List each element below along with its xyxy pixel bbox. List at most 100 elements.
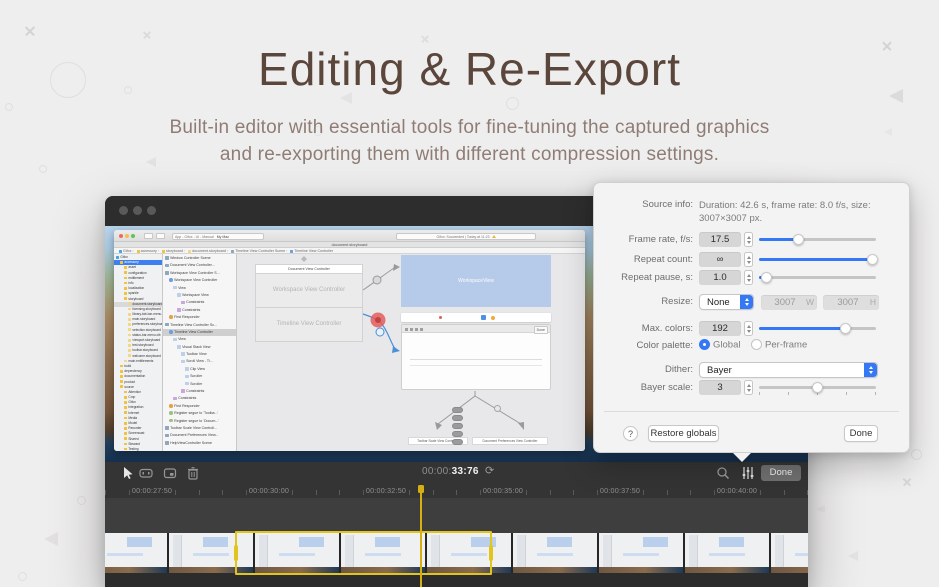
file-name: licensing.storyboard xyxy=(132,307,160,311)
xcode-outline-row[interactable]: First Responder xyxy=(163,403,236,410)
xcode-outline-row[interactable]: Visual Stack View xyxy=(163,344,236,351)
max-colors-stepper[interactable] xyxy=(744,321,753,336)
window-minimize-button[interactable] xyxy=(133,206,142,215)
delete-tool-icon[interactable] xyxy=(186,466,200,480)
frame-rate-stepper[interactable] xyxy=(744,232,753,247)
xcode-outline-row[interactable]: HelpViewController Scene xyxy=(163,440,236,447)
film-frame[interactable] xyxy=(771,533,808,573)
film-frame[interactable] xyxy=(513,533,597,573)
slider-thumb[interactable] xyxy=(761,272,772,283)
timeline-ruler[interactable]: 00:00:27:5000:00:30:0000:00:32:5000:00:3… xyxy=(105,484,808,498)
file-name: Crop xyxy=(128,395,135,399)
file-name: main.entitlements xyxy=(128,359,153,363)
overlay-tool-icon[interactable] xyxy=(163,466,177,480)
bayer-scale-slider[interactable] xyxy=(759,380,876,395)
frame-rate-field[interactable]: 17.5 xyxy=(699,232,741,247)
restore-globals-button[interactable]: Restore globals xyxy=(648,425,719,442)
file-name: info xyxy=(128,281,133,285)
xcode-outline-row[interactable]: Constraints xyxy=(163,388,236,395)
xcode-outline-row[interactable]: Scroll View - Ti... xyxy=(163,358,236,365)
file-name: dependency xyxy=(124,369,141,373)
slider-thumb[interactable] xyxy=(793,234,804,245)
export-settings-icon[interactable] xyxy=(741,466,755,480)
xcode-outline-row[interactable]: Constraints xyxy=(163,299,236,306)
outline-item-name: Timeline View Controller Sc... xyxy=(170,323,217,327)
xcode-outline-row[interactable]: Document View Controller... xyxy=(163,262,236,269)
xcode-outline-row[interactable]: Register segue to 'Toolba...' xyxy=(163,410,236,417)
loop-icon[interactable]: ⟳ xyxy=(485,464,494,477)
frame-rate-slider[interactable] xyxy=(759,232,876,247)
selection-left-handle[interactable] xyxy=(234,545,238,561)
film-frame[interactable] xyxy=(599,533,683,573)
repeat-count-stepper[interactable] xyxy=(744,252,753,267)
repeat-pause-stepper[interactable] xyxy=(744,270,753,285)
xcode-outline-row[interactable]: Document Preferences View... xyxy=(163,432,236,439)
popover-done-button[interactable]: Done xyxy=(844,425,878,442)
decor-circle xyxy=(911,449,922,460)
repeat-pause-slider[interactable] xyxy=(759,270,876,285)
xcode-outline-row[interactable]: Window Controller Scene xyxy=(163,255,236,262)
xcode-outline-row[interactable]: Constraints xyxy=(163,307,236,314)
page: Editing & Re-Export Built-in editor with… xyxy=(0,0,939,587)
repeat-count-field[interactable]: ∞ xyxy=(699,252,741,267)
selection-right-handle[interactable] xyxy=(489,545,493,561)
xcode-outline-row[interactable]: Scroller xyxy=(163,373,236,380)
trim-tool-icon[interactable] xyxy=(139,466,153,480)
repeat-pause-field[interactable]: 1.0 xyxy=(699,270,741,285)
cursor-tool-icon[interactable] xyxy=(121,466,135,480)
resize-dropdown[interactable]: None xyxy=(699,294,754,310)
decor-x-icon xyxy=(902,477,912,487)
help-button[interactable]: ? xyxy=(623,426,638,441)
slider-thumb[interactable] xyxy=(840,323,851,334)
xcode-outline-row[interactable]: Workspace View Controller S... xyxy=(163,270,236,277)
record-dot-icon xyxy=(439,316,442,319)
film-frame[interactable] xyxy=(105,533,167,573)
palette-perframe-radio[interactable]: Per-frame xyxy=(751,339,807,351)
ruler-timecode-label: 00:00:37:50 xyxy=(598,486,642,495)
window-zoom-button[interactable] xyxy=(147,206,156,215)
zoom-timeline-icon[interactable] xyxy=(716,466,730,480)
outline-item-name: Constraints xyxy=(186,300,204,304)
xcode-outline-row[interactable]: Workspace View Controller xyxy=(163,277,236,284)
xcode-outline-row[interactable]: First Responder xyxy=(163,314,236,321)
timeline-done-button[interactable]: Done xyxy=(761,465,801,481)
file-name: status-bar-menu.xib xyxy=(132,333,160,337)
xcode-outline-row[interactable]: View xyxy=(163,336,236,343)
dither-dropdown[interactable]: Bayer xyxy=(699,362,878,378)
view-icon xyxy=(181,360,185,364)
repeat-count-slider[interactable] xyxy=(759,252,876,267)
scene-icon xyxy=(165,256,169,260)
xcode-outline-row[interactable]: View xyxy=(163,285,236,292)
xcode-outline-row[interactable]: Register segue to 'Docum...' xyxy=(163,418,236,425)
ruler-tick xyxy=(690,490,691,495)
ruler-tick xyxy=(199,490,200,495)
timeline-selection[interactable] xyxy=(235,531,492,575)
slider-thumb[interactable] xyxy=(812,382,823,393)
ruler-tick xyxy=(526,490,527,495)
xcode-outline-row[interactable]: Constraints xyxy=(163,395,236,402)
slider-thumb[interactable] xyxy=(867,254,878,265)
folder-icon xyxy=(124,417,127,420)
ruler-tick xyxy=(667,490,668,495)
window-close-button[interactable] xyxy=(119,206,128,215)
xcode-outline-row[interactable]: Workspace View xyxy=(163,292,236,299)
bayer-scale-stepper[interactable] xyxy=(744,380,753,395)
xcode-outline-row[interactable]: Toolbar Scale View Controll... xyxy=(163,425,236,432)
playhead[interactable] xyxy=(420,485,422,587)
folder-icon xyxy=(124,443,127,446)
max-colors-slider[interactable] xyxy=(759,321,876,336)
palette-global-radio[interactable]: Global xyxy=(699,339,740,351)
xcode-outline-row[interactable]: Clip View xyxy=(163,366,236,373)
timeline-track-area[interactable] xyxy=(105,498,808,533)
xcode-outline-row[interactable]: Toolbar View xyxy=(163,351,236,358)
playhead-handle[interactable] xyxy=(418,485,424,493)
bayer-scale-field[interactable]: 3 xyxy=(699,380,741,395)
max-colors-field[interactable]: 192 xyxy=(699,321,741,336)
xcode-outline-row[interactable]: Timeline View Controller Sc... xyxy=(163,322,236,329)
xcode-file-row[interactable]: Testing xyxy=(114,447,162,451)
ruler-tick xyxy=(292,490,293,495)
xcode-outline-row[interactable]: Timeline View Controller xyxy=(163,329,236,336)
film-frame[interactable] xyxy=(685,533,769,573)
folder-icon xyxy=(124,297,127,300)
xcode-outline-row[interactable]: Scroller xyxy=(163,381,236,388)
